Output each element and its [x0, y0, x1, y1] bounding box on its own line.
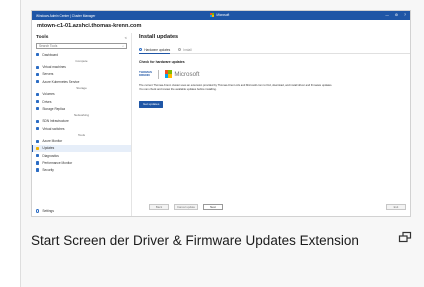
- expand-icon[interactable]: [398, 231, 412, 245]
- sidebar-item-performance-monitor[interactable]: Performance Monitor: [32, 159, 131, 166]
- updates-icon: [36, 146, 40, 151]
- cancel-update-button[interactable]: Cancel update: [174, 204, 198, 210]
- sidebar-item-servers[interactable]: Servers: [32, 71, 131, 78]
- sidebar-item-drives[interactable]: Drives: [32, 98, 131, 105]
- figure-card: Windows Admin Center | Cluster Manager M…: [20, 0, 424, 287]
- volume-icon: [36, 92, 40, 97]
- microsoft-brand: Microsoft: [210, 13, 230, 18]
- sidebar-item-virtual-switches[interactable]: Virtual switches: [32, 125, 131, 132]
- switch-icon: [36, 126, 40, 131]
- settings-gear-icon[interactable]: ⚙: [395, 13, 398, 17]
- sidebar-item-azure-monitor[interactable]: Azure Monitor: [32, 138, 131, 145]
- get-updates-button[interactable]: Get updates: [139, 100, 164, 108]
- help-icon[interactable]: ?: [404, 13, 406, 17]
- collapse-chevron-icon[interactable]: <: [125, 35, 127, 40]
- cluster-name: mtown-c1-01.azshci.thomas-krenn.com: [37, 23, 142, 29]
- exit-button[interactable]: Exit: [386, 204, 406, 210]
- vendor-logos: THOMAS KRENN Microsoft: [139, 68, 410, 80]
- sidebar-item-sdn[interactable]: SDN Infrastructure: [32, 118, 131, 125]
- hardware-icon: [139, 47, 143, 52]
- title-bar: Windows Admin Center | Cluster Manager M…: [32, 11, 410, 20]
- sidebar-item-aks[interactable]: Azure Kubernetes Service: [32, 78, 131, 85]
- sidebar-item-settings[interactable]: Settings: [36, 209, 54, 213]
- tab-hardware-updates[interactable]: Hardware updates: [139, 46, 171, 54]
- main-panel: Install updates Hardware updates Install…: [136, 33, 410, 216]
- replica-icon: [36, 107, 40, 111]
- drive-icon: [36, 99, 40, 104]
- monitor-icon: [36, 139, 40, 143]
- microsoft-logo: Microsoft: [164, 70, 199, 78]
- install-icon: [178, 47, 182, 52]
- next-button[interactable]: Next: [203, 204, 223, 210]
- page-title: Install updates: [139, 34, 179, 40]
- tools-search-input[interactable]: Search Tools ⌕: [36, 43, 127, 49]
- tools-sidebar: Tools < Search Tools ⌕ Dashboard Compute…: [32, 33, 132, 216]
- network-icon: [36, 119, 40, 124]
- sidebar-item-volumes[interactable]: Volumes: [32, 91, 131, 98]
- gear-icon: [36, 209, 40, 213]
- windows-logo-icon: [210, 13, 215, 18]
- performance-icon: [36, 161, 40, 165]
- sidebar-item-security[interactable]: Security: [32, 166, 131, 173]
- logo-divider: [158, 69, 159, 79]
- tab-install[interactable]: Install: [178, 46, 192, 53]
- search-placeholder: Search Tools: [39, 44, 58, 48]
- sidebar-item-dashboard[interactable]: Dashboard: [32, 51, 131, 58]
- screenshot-frame: Windows Admin Center | Cluster Manager M…: [31, 10, 411, 217]
- windows-logo-icon: [164, 70, 172, 78]
- window-controls: — ⚙ ?: [385, 13, 406, 17]
- update-tabs: Hardware updates Install: [139, 46, 410, 54]
- section-title: Check for hardware updates: [139, 60, 185, 64]
- wizard-footer: Back Cancel update Next Exit: [136, 204, 410, 212]
- breadcrumb[interactable]: Windows Admin Center | Cluster Manager: [36, 14, 95, 18]
- dashboard-icon: [36, 52, 40, 57]
- sidebar-item-storage-replica[interactable]: Storage Replica: [32, 105, 131, 112]
- brand-label: Microsoft: [216, 13, 230, 18]
- kubernetes-icon: [36, 79, 40, 84]
- back-button[interactable]: Back: [149, 204, 169, 210]
- search-icon: ⌕: [122, 44, 124, 48]
- server-icon: [36, 72, 40, 77]
- minimize-icon[interactable]: —: [385, 13, 389, 17]
- description: The current Thomas-Krenn cluster uses an…: [139, 84, 410, 92]
- sidebar-item-diagnostics[interactable]: Diagnostics: [32, 152, 131, 159]
- sidebar-item-updates[interactable]: Updates: [32, 144, 131, 153]
- sidebar-item-virtual-machines[interactable]: Virtual machines: [32, 64, 131, 71]
- thomas-krenn-logo: THOMAS KRENN: [139, 69, 152, 77]
- diagnostics-icon: [36, 153, 40, 158]
- tools-nav: Dashboard Compute Virtual machines Serve…: [32, 51, 131, 174]
- vm-icon: [36, 65, 40, 69]
- description-line-2: You can check and review the available u…: [139, 88, 217, 92]
- tools-header: Tools <: [32, 33, 131, 42]
- figure-caption: Start Screen der Driver & Firmware Updat…: [31, 233, 359, 248]
- tools-title: Tools: [36, 35, 49, 40]
- security-icon: [36, 168, 40, 172]
